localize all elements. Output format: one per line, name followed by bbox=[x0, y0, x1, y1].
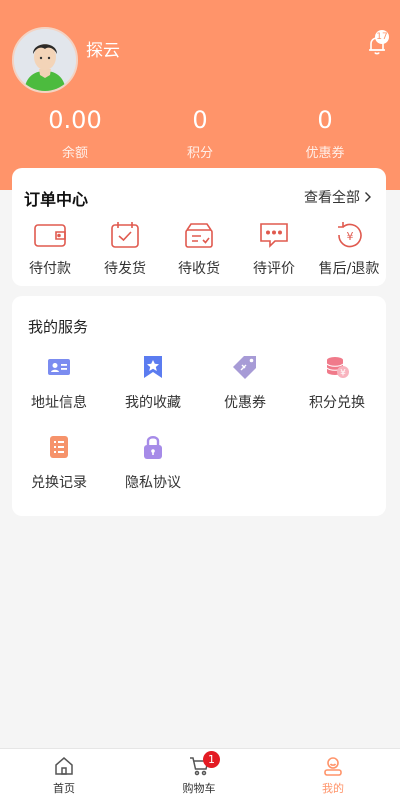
stat-balance[interactable]: 0.00 余额 bbox=[25, 106, 125, 161]
profile-header: 探云 17 0.00 余额 0 积分 0 优惠券 bbox=[0, 0, 400, 190]
service-label: 隐私协议 bbox=[125, 475, 181, 491]
stat-value: 0.00 bbox=[48, 106, 102, 134]
service-label: 优惠券 bbox=[224, 395, 266, 411]
order-refund[interactable]: ¥ 售后/退款 bbox=[314, 220, 384, 278]
wallet-icon bbox=[32, 220, 68, 250]
service-exchange-history[interactable]: 兑换记录 bbox=[14, 434, 104, 492]
svg-text:¥: ¥ bbox=[340, 369, 346, 379]
cart-count-badge: 1 bbox=[203, 751, 220, 768]
services-title: 我的服务 bbox=[28, 318, 89, 336]
calendar-check-icon bbox=[107, 220, 143, 250]
home-icon bbox=[53, 755, 75, 777]
lock-icon bbox=[140, 434, 166, 460]
order-item-label: 待评价 bbox=[253, 261, 295, 277]
order-pending-payment[interactable]: 待付款 bbox=[15, 220, 85, 278]
tab-home[interactable]: 首页 bbox=[24, 755, 104, 796]
service-coupons[interactable]: 优惠券 bbox=[200, 354, 290, 412]
service-privacy-policy[interactable]: 隐私协议 bbox=[108, 434, 198, 492]
order-pending-receipt[interactable]: 待收货 bbox=[164, 220, 234, 278]
tab-cart[interactable]: 购物车 bbox=[159, 755, 239, 796]
stat-label: 余额 bbox=[61, 146, 88, 161]
stat-label: 积分 bbox=[186, 146, 213, 161]
coupon-tag-icon bbox=[232, 354, 258, 380]
order-item-label: 待发货 bbox=[104, 261, 146, 277]
stat-value: 0 bbox=[317, 106, 333, 134]
order-pending-shipment[interactable]: 待发货 bbox=[90, 220, 160, 278]
service-address[interactable]: 地址信息 bbox=[14, 354, 104, 412]
service-points-exchange[interactable]: ¥ 积分兑换 bbox=[292, 354, 382, 412]
service-favorites[interactable]: 我的收藏 bbox=[108, 354, 198, 412]
order-pending-review[interactable]: 待评价 bbox=[239, 220, 309, 278]
chevron-right-icon bbox=[365, 192, 371, 202]
coins-icon: ¥ bbox=[324, 354, 350, 380]
refund-icon: ¥ bbox=[331, 220, 367, 250]
comment-icon bbox=[256, 220, 292, 250]
id-card-icon bbox=[46, 354, 72, 380]
user-icon bbox=[322, 755, 344, 777]
avatar[interactable] bbox=[12, 27, 78, 93]
service-label: 地址信息 bbox=[31, 395, 87, 411]
notification-badge: 17 bbox=[375, 30, 389, 44]
list-doc-icon bbox=[46, 434, 72, 460]
service-label: 我的收藏 bbox=[125, 395, 181, 411]
stat-value: 0 bbox=[192, 106, 208, 134]
svg-text:¥: ¥ bbox=[347, 230, 354, 243]
bookmark-star-icon bbox=[140, 354, 166, 380]
order-item-label: 售后/退款 bbox=[318, 261, 380, 277]
service-label: 积分兑换 bbox=[309, 395, 365, 411]
my-services-card: 我的服务 地址信息 我的收藏 优惠券 ¥ 积分兑换 兑换记录 隐私协议 bbox=[12, 296, 386, 516]
bottom-tab-bar: 首页 购物车 我的 bbox=[0, 748, 400, 801]
stat-label: 优惠券 bbox=[305, 146, 345, 161]
service-label: 兑换记录 bbox=[31, 475, 87, 491]
order-item-label: 待付款 bbox=[29, 261, 71, 277]
tab-label: 首页 bbox=[53, 782, 75, 795]
box-icon bbox=[181, 220, 217, 250]
tab-label: 我的 bbox=[322, 782, 344, 795]
order-center-card: 订单中心 查看全部 待付款 待发货 待收货 待评价 ¥ 售后/退款 bbox=[12, 168, 386, 286]
tab-mine[interactable]: 我的 bbox=[293, 755, 373, 796]
stat-coupons[interactable]: 0 优惠券 bbox=[275, 106, 375, 161]
order-item-label: 待收货 bbox=[178, 261, 220, 277]
view-all-orders-link[interactable]: 查看全部 bbox=[304, 187, 372, 207]
view-all-label: 查看全部 bbox=[304, 190, 360, 206]
order-center-title: 订单中心 bbox=[24, 190, 89, 209]
username: 探云 bbox=[86, 41, 120, 61]
tab-label: 购物车 bbox=[182, 782, 216, 795]
stat-points[interactable]: 0 积分 bbox=[150, 106, 250, 161]
